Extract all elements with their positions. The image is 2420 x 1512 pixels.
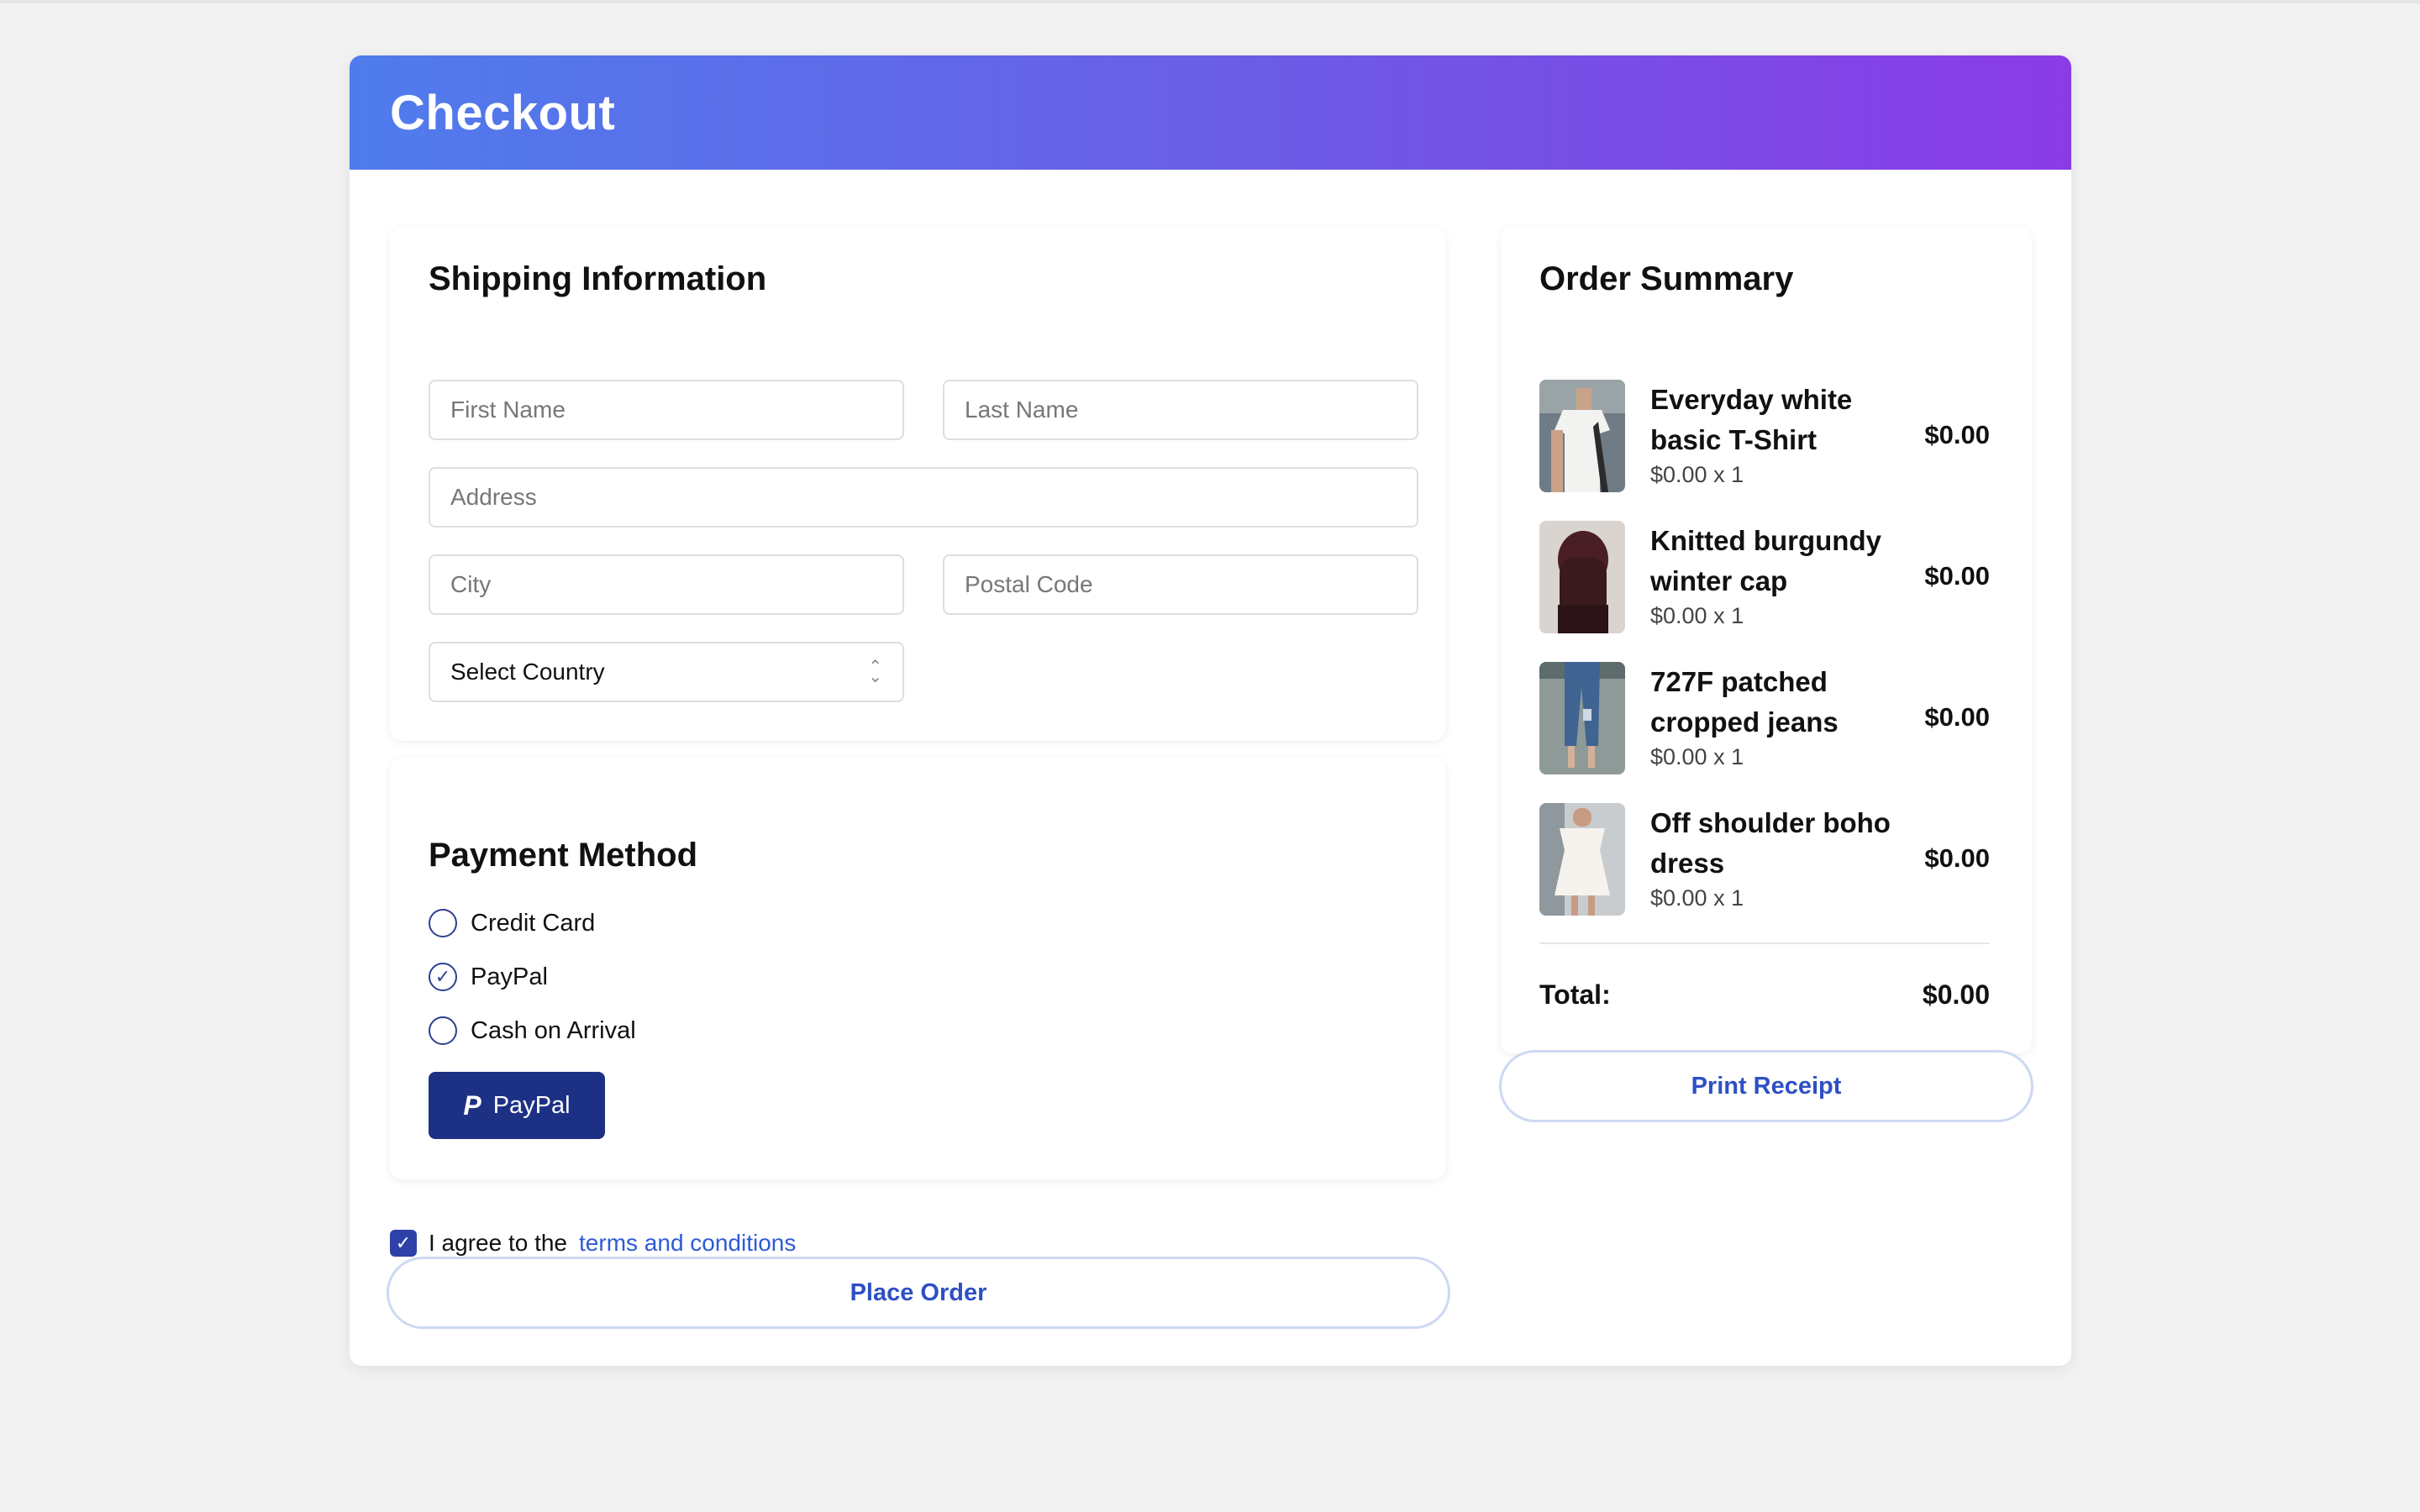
place-order-button[interactable]: Place Order	[387, 1257, 1450, 1329]
item-price: $0.00	[1924, 561, 1990, 591]
city-input[interactable]	[429, 554, 904, 615]
payment-option-label: PayPal	[471, 963, 548, 990]
jeans-thumbnail	[1539, 662, 1625, 774]
checkout-card: Checkout Shipping Information Select Cou…	[350, 55, 2071, 1366]
item-name: Off shoulder boho dress	[1650, 807, 1891, 879]
order-summary-title: Order Summary	[1539, 260, 1794, 297]
shipping-panel: Shipping Information Select Country ⌃⌄	[390, 227, 1445, 741]
item-qty: $0.00 x 1	[1650, 885, 1744, 911]
paypal-button[interactable]: P PayPal	[429, 1072, 605, 1139]
payment-option-label: Cash on Arrival	[471, 1016, 636, 1044]
summary-item: Off shoulder boho dress $0.00 x 1 $0.00	[1539, 803, 1990, 916]
checkout-header: Checkout	[350, 55, 2071, 170]
country-select-value: Select Country	[450, 659, 605, 685]
cap-thumbnail	[1539, 521, 1625, 633]
summary-item: 727F patched cropped jeans $0.00 x 1 $0.…	[1539, 662, 1990, 774]
last-name-input[interactable]	[943, 380, 1418, 440]
item-name: Everyday white basic T-Shirt	[1650, 384, 1853, 455]
payment-option-cash[interactable]: Cash on Arrival	[429, 1016, 636, 1045]
terms-checkbox[interactable]: ✓	[390, 1230, 417, 1257]
postal-code-input[interactable]	[943, 554, 1418, 615]
first-name-input[interactable]	[429, 380, 904, 440]
page-title: Checkout	[390, 85, 616, 140]
summary-item: Knitted burgundy winter cap $0.00 x 1 $0…	[1539, 521, 1990, 633]
payment-option-paypal[interactable]: ✓ PayPal	[429, 963, 548, 991]
payment-title: Payment Method	[429, 837, 698, 874]
radio-unchecked-icon[interactable]	[429, 1016, 457, 1045]
tshirt-thumbnail	[1539, 380, 1625, 492]
summary-divider	[1539, 942, 1990, 944]
item-qty: $0.00 x 1	[1650, 744, 1744, 769]
total-label: Total:	[1539, 979, 1611, 1010]
select-chevron-icon: ⌃ ⌄	[868, 658, 882, 686]
terms-agreement: ✓ I agree to the terms and conditions	[390, 1230, 796, 1257]
terms-prefix: I agree to the	[429, 1230, 568, 1256]
country-select[interactable]: Select Country ⌃ ⌄	[429, 642, 904, 702]
payment-option-credit-card[interactable]: Credit Card	[429, 909, 595, 937]
address-input[interactable]	[429, 467, 1418, 528]
paypal-logo-icon: P	[463, 1089, 481, 1121]
shipping-title: Shipping Information	[429, 260, 767, 297]
print-receipt-button[interactable]: Print Receipt	[1499, 1050, 2033, 1122]
dress-thumbnail	[1539, 803, 1625, 916]
item-qty: $0.00 x 1	[1650, 462, 1744, 487]
payment-option-label: Credit Card	[471, 909, 596, 937]
item-name: Knitted burgundy winter cap	[1650, 525, 1881, 596]
payment-panel: Payment Method Credit Card ✓ PayPal Cash…	[390, 758, 1445, 1179]
item-qty: $0.00 x 1	[1650, 603, 1744, 628]
browser-top-border	[0, 0, 2420, 3]
item-price: $0.00	[1924, 702, 1990, 732]
item-price: $0.00	[1924, 843, 1990, 873]
total-value: $0.00	[1922, 979, 1990, 1010]
radio-checked-icon[interactable]: ✓	[429, 963, 457, 991]
summary-item: Everyday white basic T-Shirt $0.00 x 1 $…	[1539, 380, 1990, 492]
item-name: 727F patched cropped jeans	[1650, 666, 1839, 738]
item-price: $0.00	[1924, 420, 1990, 449]
radio-unchecked-icon[interactable]	[429, 909, 457, 937]
order-summary-panel: Order Summary Everyday white basic T-Shi…	[1501, 227, 2032, 1053]
terms-link[interactable]: terms and conditions	[579, 1230, 796, 1257]
paypal-button-label: PayPal	[492, 1091, 571, 1119]
